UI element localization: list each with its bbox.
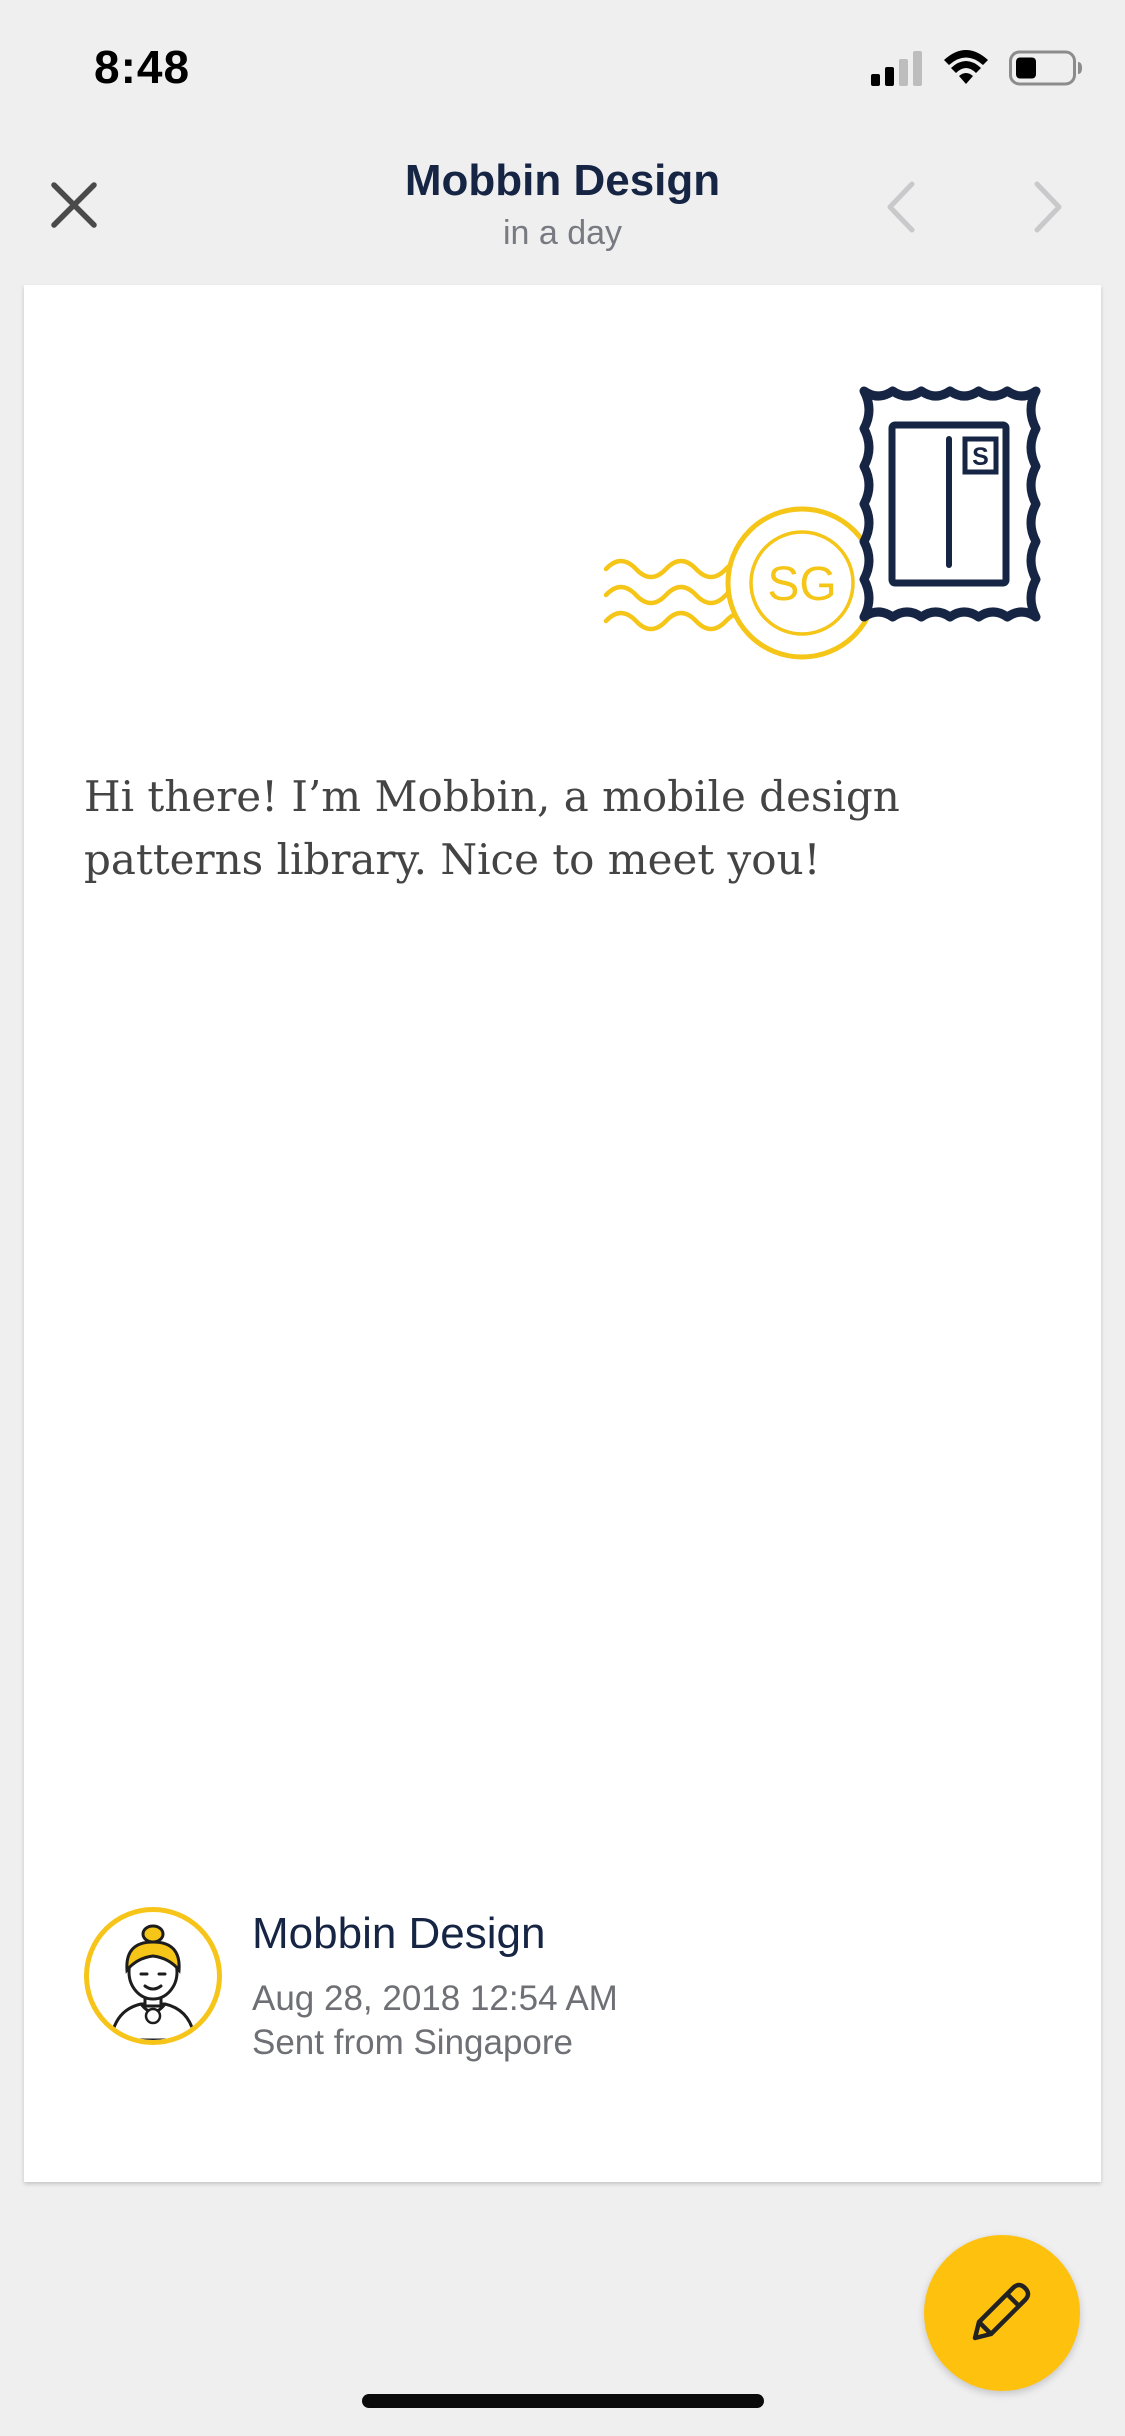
status-bar: 8:48: [0, 0, 1125, 132]
previous-button[interactable]: [878, 180, 924, 234]
battery-icon: [1009, 49, 1083, 92]
wifi-icon: [943, 49, 989, 91]
letter-message: Hi there! I’m Mobbin, a mobile design pa…: [84, 772, 900, 884]
chevron-right-icon: [1025, 181, 1071, 238]
page-title: Mobbin Design: [404, 156, 721, 205]
status-time: 8:48: [94, 41, 191, 93]
stamp-illustration: SG S: [596, 369, 1056, 689]
sender-name: Mobbin Design: [252, 1909, 546, 1958]
avatar[interactable]: [84, 1907, 222, 2045]
nav-bar: Mobbin Design in a day: [0, 132, 1125, 282]
stamp-letter: S: [972, 443, 989, 471]
cellular-signal-icon: [871, 50, 923, 91]
page-subtitle: in a day: [502, 214, 623, 252]
compose-button[interactable]: [924, 2235, 1080, 2391]
letter-card: SG S Hi there! I’m Mobbin, a mobile desi…: [24, 285, 1101, 2182]
home-indicator: [362, 2394, 764, 2408]
status-icons: [871, 48, 1083, 92]
sent-date: Aug 28, 2018 12:54 AM: [252, 1979, 618, 2018]
stamp-icon: S: [859, 386, 1041, 622]
postmark-text: SG: [767, 558, 836, 611]
pencil-icon: [967, 2276, 1037, 2351]
sent-location: Sent from Singapore: [252, 2023, 574, 2062]
postmark-icon: SG: [725, 506, 879, 660]
chevron-left-icon: [878, 181, 924, 238]
next-button[interactable]: [1025, 180, 1071, 234]
sender-info: Mobbin Design Aug 28, 2018 12:54 AM Sent…: [84, 1907, 1044, 2087]
avatar-icon: [89, 1924, 217, 2040]
